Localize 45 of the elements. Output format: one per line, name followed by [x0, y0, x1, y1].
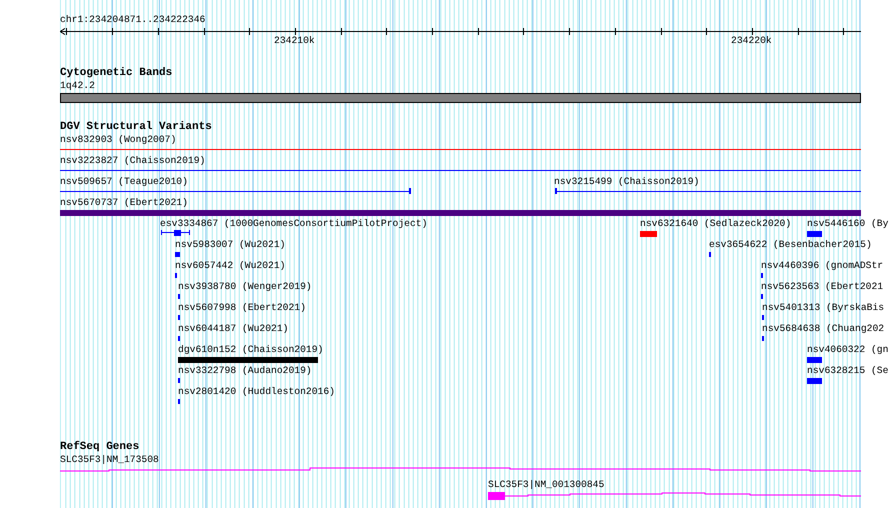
feature-label: nsv5670737 (Ebert2021): [60, 197, 188, 208]
feature-label: nsv4460396 (gnomADStr: [761, 260, 884, 271]
feature-label: nsv6321640 (Sedlazeck2020): [640, 218, 792, 229]
feature-label: nsv3215499 (Chaisson2019): [554, 176, 700, 187]
variant-bar[interactable]: [807, 378, 822, 384]
gene-model[interactable]: [60, 468, 862, 472]
feature-label: nsv5401313 (ByrskaBis: [762, 302, 884, 313]
feature-label: nsv3322798 (Audano2019): [178, 365, 312, 376]
feature-label: nsv5623563 (Ebert2021: [761, 281, 884, 292]
variant-bar[interactable]: [807, 231, 822, 237]
feature-label: nsv3223827 (Chaisson2019): [60, 155, 206, 166]
ruler-label: 234220k: [731, 35, 772, 46]
feature-label: SLC35F3|NM_001300845: [488, 479, 604, 490]
feature-label: nsv832903 (Wong2007): [60, 134, 176, 145]
gene-model[interactable]: [488, 492, 862, 500]
feature-label: nsv5983007 (Wu2021): [175, 239, 286, 250]
variant-span[interactable]: [161, 230, 190, 236]
feature-label: nsv4060322 (gn: [807, 344, 888, 355]
track-title: DGV Structural Variants: [60, 122, 212, 133]
variant-line[interactable]: [555, 188, 861, 194]
feature-label: 1q42.2: [60, 80, 95, 91]
feature-label: nsv6057442 (Wu2021): [175, 260, 286, 271]
ruler-label: 234210k: [274, 35, 315, 46]
variant-line[interactable]: [60, 188, 411, 194]
feature-label: nsv509657 (Teague2010): [60, 176, 188, 187]
variant-bar[interactable]: [60, 210, 861, 216]
variant-bar[interactable]: [640, 231, 657, 237]
variant-bar[interactable]: [178, 357, 318, 363]
feature-label: nsv3938780 (Wenger2019): [178, 281, 312, 292]
feature-label: nsv6328215 (Se: [807, 365, 888, 376]
cytoband-bar[interactable]: [60, 93, 861, 103]
variant-bar[interactable]: [807, 357, 822, 363]
feature-label: esv3654622 (Besenbacher2015): [709, 239, 872, 250]
feature-label: nsv6044187 (Wu2021): [178, 323, 288, 334]
track-title: RefSeq Genes: [60, 442, 140, 453]
feature-label: dgv610n152 (Chaisson2019): [178, 344, 324, 355]
feature-label: nsv5446160 (By: [807, 218, 888, 229]
feature-label: SLC35F3|NM_173508: [60, 454, 159, 465]
variant-bar[interactable]: [175, 252, 180, 257]
track-title: Cytogenetic Bands: [60, 68, 172, 79]
feature-label: nsv2801420 (Huddleston2016): [178, 386, 335, 397]
feature-label: nsv5607998 (Ebert2021): [178, 302, 306, 313]
location-label: chr1:234204871..234222346: [60, 14, 206, 25]
feature-label: esv3334867 (1000GenomesConsortiumPilotProject): [160, 218, 428, 229]
feature-label: nsv5684638 (Chuang202: [762, 323, 884, 334]
